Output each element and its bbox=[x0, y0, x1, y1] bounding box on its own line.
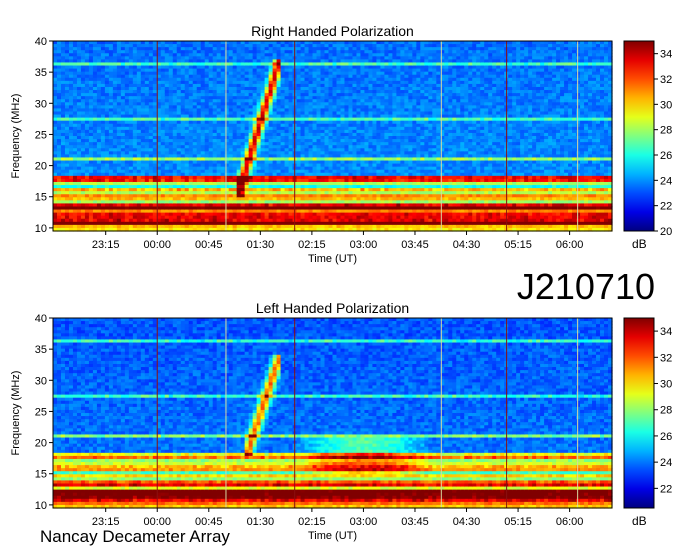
colorbar-label: dB bbox=[632, 237, 647, 251]
colorbar-tick-label: 22 bbox=[660, 201, 672, 213]
colorbar-tick-label: 32 bbox=[660, 352, 672, 364]
heatmap-image bbox=[53, 318, 613, 509]
x-tick-label: 23:15 bbox=[92, 239, 120, 251]
x-axis-label: Time (UT) bbox=[308, 253, 357, 265]
y-tick-label: 30 bbox=[35, 375, 47, 387]
x-tick-label: 05:15 bbox=[504, 516, 532, 528]
colorbar-tick-label: 34 bbox=[660, 326, 672, 338]
y-tick-label: 40 bbox=[35, 36, 47, 48]
colorbar-tick-label: 28 bbox=[660, 405, 672, 417]
chart-title: Right Handed Polarization bbox=[251, 23, 414, 39]
colorbar bbox=[623, 317, 655, 509]
x-tick-label: 04:30 bbox=[453, 239, 481, 251]
colorbar-tick-label: 30 bbox=[660, 99, 672, 111]
x-tick-label: 02:15 bbox=[298, 239, 326, 251]
colorbar-tick-label: 34 bbox=[660, 49, 672, 61]
y-tick-label: 15 bbox=[35, 469, 47, 481]
y-tick-label: 20 bbox=[35, 161, 47, 173]
y-tick-label: 10 bbox=[35, 223, 47, 235]
colorbar-tick-label: 28 bbox=[660, 125, 672, 137]
x-tick-label: 03:00 bbox=[350, 516, 378, 528]
y-tick-label: 40 bbox=[35, 313, 47, 325]
x-tick-label: 01:30 bbox=[247, 516, 275, 528]
y-axis-label: Frequency (MHz) bbox=[10, 371, 22, 456]
chart-title: Left Handed Polarization bbox=[256, 300, 409, 316]
x-tick-label: 03:00 bbox=[350, 239, 378, 251]
x-tick-label: 04:30 bbox=[453, 516, 481, 528]
colorbar-tick-label: 24 bbox=[660, 175, 672, 187]
x-tick-label: 06:00 bbox=[556, 516, 584, 528]
y-tick-label: 20 bbox=[35, 438, 47, 450]
panel-left-handed: Left Handed Polarization 10 15 20 25 30 35 40 Fr… bbox=[10, 300, 672, 542]
colorbar-label: dB bbox=[632, 514, 647, 528]
colorbar-tick-label: 32 bbox=[660, 74, 672, 86]
y-axis-label: Frequency (MHz) bbox=[10, 94, 22, 179]
y-tick-label: 25 bbox=[35, 129, 47, 141]
heatmap-image bbox=[53, 41, 613, 232]
colorbar-tick-label: 20 bbox=[660, 226, 672, 238]
colorbar-tick-label: 26 bbox=[660, 150, 672, 162]
colorbar-tick-label: 30 bbox=[660, 379, 672, 391]
footer-text: Nancay Decameter Array bbox=[40, 527, 230, 546]
y-tick-label: 30 bbox=[35, 98, 47, 110]
x-tick-label: 02:15 bbox=[298, 516, 326, 528]
y-tick-label: 35 bbox=[35, 67, 47, 79]
x-axis-label: Time (UT) bbox=[308, 530, 357, 542]
y-tick-label: 25 bbox=[35, 406, 47, 418]
y-tick-label: 35 bbox=[35, 344, 47, 356]
panel-right-handed: Right Handed Polarization 10 15 20 25 30 35 40 F… bbox=[10, 23, 672, 265]
y-tick-label: 10 bbox=[35, 500, 47, 512]
x-tick-label: 03:45 bbox=[401, 239, 429, 251]
colorbar-tick-label: 22 bbox=[660, 483, 672, 495]
x-tick-label: 05:15 bbox=[504, 239, 532, 251]
spectrogram-figure: Right Handed Polarization 10 15 20 25 30 35 40 F… bbox=[10, 23, 672, 542]
colorbar-tick-label: 24 bbox=[660, 457, 672, 469]
x-tick-label: 06:00 bbox=[556, 239, 584, 251]
y-tick-label: 15 bbox=[35, 192, 47, 204]
x-tick-label: 00:00 bbox=[143, 239, 171, 251]
date-code: J210710 bbox=[517, 266, 655, 307]
x-tick-label: 01:30 bbox=[247, 239, 275, 251]
x-tick-label: 03:45 bbox=[401, 516, 429, 528]
colorbar-tick-label: 26 bbox=[660, 431, 672, 443]
colorbar bbox=[623, 40, 655, 232]
x-tick-label: 00:45 bbox=[195, 239, 223, 251]
